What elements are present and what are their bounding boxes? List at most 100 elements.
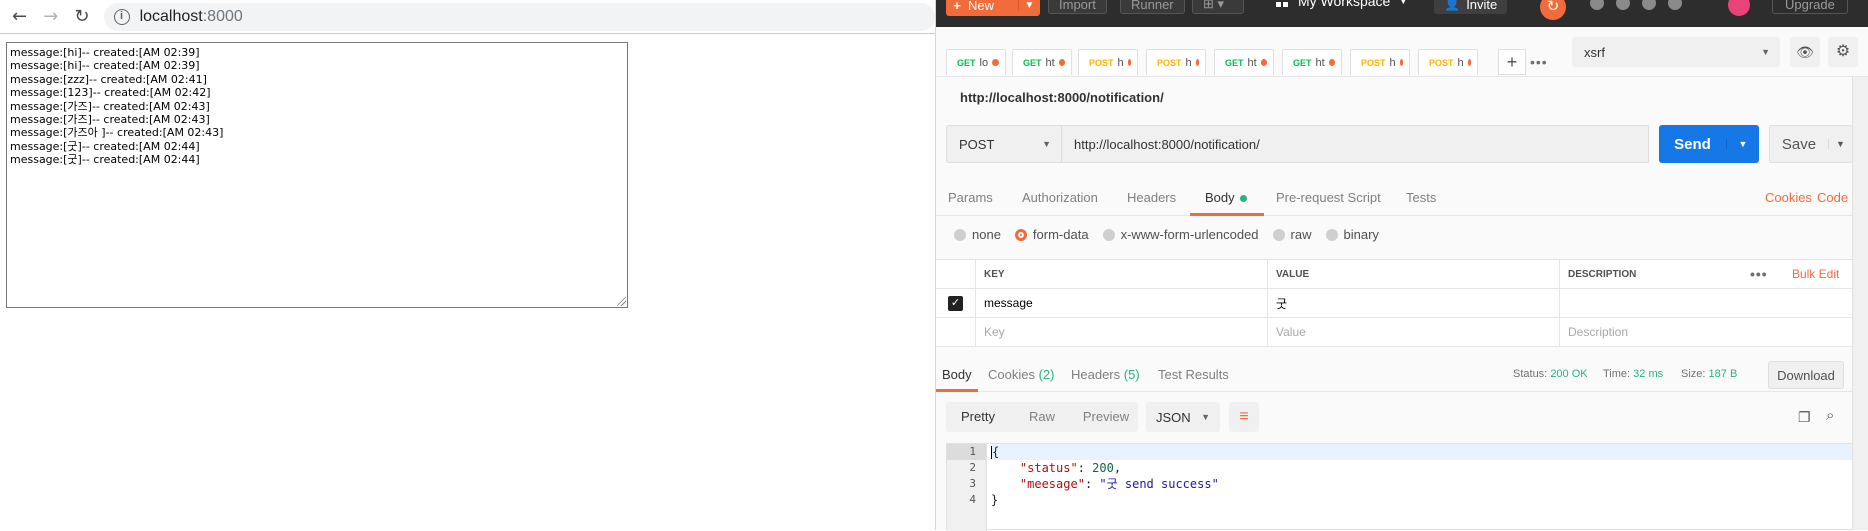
sync-icon[interactable]: ↻	[1540, 0, 1566, 20]
tab-params[interactable]: Params	[948, 190, 993, 205]
status-value: 200 OK	[1550, 368, 1588, 380]
response-tab-cookies[interactable]: Cookies (2)	[988, 367, 1054, 382]
forward-icon[interactable]: →	[39, 5, 62, 29]
satellite-icon[interactable]	[1590, 0, 1604, 10]
line-number: 3	[969, 477, 976, 490]
request-tab[interactable]: POST h	[1078, 49, 1138, 75]
launcher-icon[interactable]: ⊞ ▾	[1192, 0, 1244, 14]
request-tab[interactable]: GET ht	[1282, 49, 1342, 75]
invite-button[interactable]: 👤 Invite	[1434, 0, 1508, 14]
code-token: {	[992, 445, 1000, 459]
postman-header: + New ▼ Import Runner ⊞ ▾ My Workspace ▼…	[936, 0, 1868, 27]
radio-none[interactable]: none	[954, 227, 1001, 242]
method-select[interactable]: POST ▼	[946, 125, 1062, 163]
unsaved-dot	[1127, 59, 1131, 66]
response-tab-headers[interactable]: Headers (5)	[1071, 367, 1140, 382]
runner-button[interactable]: Runner	[1120, 0, 1185, 14]
chevron-down-icon[interactable]: ▼	[1018, 0, 1040, 11]
request-tab[interactable]: GET lo	[946, 49, 1006, 75]
scrollbar[interactable]	[1852, 77, 1868, 530]
environment-label: xsrf	[1584, 44, 1605, 60]
radio-urlencoded[interactable]: x-www-form-urlencoded	[1102, 227, 1259, 242]
key-input[interactable]: message	[976, 289, 1268, 317]
view-preview[interactable]: Preview	[1074, 402, 1138, 432]
request-tabs-bar: GET lo GET ht POST h POST h GET ht GET ht POST…	[936, 27, 1868, 77]
table-row: ✓ message 굿	[936, 289, 1852, 318]
view-raw[interactable]: Raw	[1010, 402, 1074, 432]
eye-icon[interactable]: 👁	[1790, 37, 1820, 67]
wrench-icon[interactable]	[1616, 0, 1630, 10]
resize-handle[interactable]	[617, 297, 626, 306]
more-icon[interactable]: •••	[1750, 266, 1768, 282]
workspace-switcher[interactable]: My Workspace ▼	[1276, 0, 1408, 9]
chevron-down-icon: ▼	[1761, 47, 1770, 57]
info-icon[interactable]: i	[113, 8, 130, 25]
new-button[interactable]: + New ▼	[946, 0, 1040, 16]
tab-authorization[interactable]: Authorization	[1022, 190, 1098, 205]
response-editor[interactable]: 1 2 3 4 { "status": 200, "meesage": "굿 s…	[946, 443, 1859, 531]
chevron-down-icon[interactable]: ▼	[1726, 139, 1759, 149]
browser-toolbar: ← → ↻ i localhost:8000	[0, 0, 935, 34]
radio-raw[interactable]: raw	[1272, 227, 1312, 242]
cookies-link[interactable]: Cookies	[1765, 190, 1812, 205]
request-tab[interactable]: POST h	[1146, 49, 1206, 75]
wrap-lines-icon[interactable]: ≡	[1229, 402, 1259, 432]
tab-headers[interactable]: Headers	[1127, 190, 1176, 205]
chevron-down-icon: ▼	[1042, 139, 1051, 149]
code-link[interactable]: Code	[1817, 190, 1848, 205]
import-button[interactable]: Import	[1048, 0, 1107, 14]
body-mode-radios: none form-data x-www-form-urlencoded raw…	[954, 227, 1379, 242]
upgrade-button[interactable]: Upgrade	[1772, 0, 1848, 14]
json-string: "굿 send success"	[1099, 477, 1219, 491]
bulk-edit-link[interactable]: Bulk Edit	[1792, 267, 1839, 281]
bell-icon[interactable]	[1642, 0, 1656, 10]
add-tab-icon[interactable]: +	[1498, 49, 1526, 75]
description-input[interactable]	[1560, 289, 1852, 317]
response-tab-test-results[interactable]: Test Results	[1158, 367, 1229, 382]
key-input[interactable]: Key	[976, 318, 1268, 346]
heart-icon[interactable]	[1668, 0, 1682, 10]
status-label: Status:	[1513, 368, 1548, 380]
chevron-down-icon[interactable]: ▼	[1828, 139, 1852, 149]
search-icon[interactable]: ⌕	[1826, 407, 1834, 424]
size-meta: Size: 187 B	[1681, 368, 1737, 380]
format-select[interactable]: JSON ▼	[1146, 402, 1220, 432]
save-button[interactable]: Save ▼	[1769, 125, 1853, 163]
request-tab[interactable]: POST h	[1350, 49, 1410, 75]
row-checkbox-cell	[936, 318, 976, 346]
checkbox-checked[interactable]: ✓	[948, 295, 963, 311]
description-input[interactable]: Description	[1560, 318, 1852, 346]
response-tab-body[interactable]: Body	[942, 367, 972, 382]
tab-body[interactable]: Body	[1205, 190, 1247, 205]
value-input[interactable]: 굿	[1268, 289, 1560, 317]
tab-tests[interactable]: Tests	[1406, 190, 1436, 205]
request-tab[interactable]: GET ht	[1214, 49, 1274, 75]
request-tab[interactable]: POST h	[1418, 49, 1478, 75]
download-button[interactable]: Download	[1768, 361, 1844, 389]
tab-method: GET	[957, 57, 976, 68]
send-button[interactable]: Send ▼	[1659, 125, 1759, 163]
back-icon[interactable]: ←	[8, 5, 31, 29]
radio-circle-selected	[1014, 228, 1027, 241]
tab-title: ht	[1315, 56, 1325, 69]
view-pretty[interactable]: Pretty	[946, 402, 1010, 432]
active-tab-underline	[1190, 213, 1264, 216]
avatar[interactable]	[1728, 0, 1750, 16]
tab-prerequest-script[interactable]: Pre-request Script	[1276, 190, 1381, 205]
environment-select[interactable]: xsrf ▼	[1572, 37, 1780, 67]
radio-binary[interactable]: binary	[1325, 227, 1379, 242]
messages-textarea[interactable]: message:[hi]-- created:[AM 02:39] messag…	[6, 42, 628, 308]
url-input[interactable]: http://localhost:8000/notification/	[1061, 125, 1649, 163]
value-input[interactable]: Value	[1268, 318, 1560, 346]
code-line: }	[991, 492, 1858, 508]
address-bar[interactable]: i localhost:8000	[103, 2, 935, 31]
more-icon[interactable]: •••	[1530, 54, 1548, 70]
reload-icon[interactable]: ↻	[70, 5, 93, 29]
radio-form-data[interactable]: form-data	[1014, 227, 1089, 242]
copy-icon[interactable]: ❐	[1798, 409, 1811, 426]
gear-icon[interactable]: ⚙	[1828, 37, 1858, 67]
grid-icon	[1276, 0, 1288, 7]
request-tab[interactable]: GET ht	[1012, 49, 1072, 75]
cookies-count: (2)	[1038, 367, 1055, 382]
row-checkbox-cell: ✓	[936, 289, 976, 317]
